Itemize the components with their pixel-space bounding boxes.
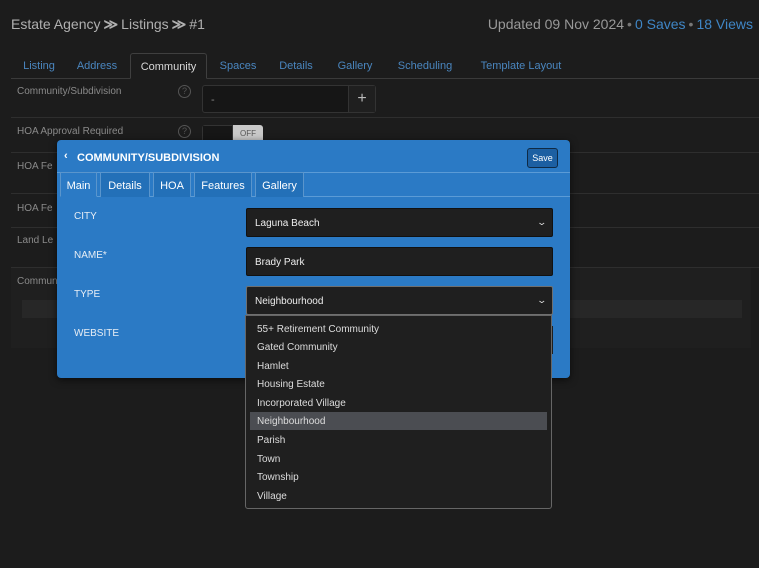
modal-tab-hoa[interactable]: HOA (153, 172, 191, 197)
option-incorporated-village[interactable]: Incorporated Village (250, 394, 547, 412)
option-township[interactable]: Township (250, 468, 547, 486)
modal-tabs: Main Details HOA Features Gallery (60, 172, 570, 197)
breadcrumb-separator-icon: ≫ (171, 16, 187, 32)
city-label: CITY (74, 211, 97, 222)
community-notes-label: Commun (17, 276, 58, 287)
option-55-retirement-community[interactable]: 55+ Retirement Community (250, 320, 547, 338)
dot-separator: • (627, 16, 632, 32)
save-button[interactable]: Save (527, 148, 558, 168)
city-select[interactable]: Laguna Beach ⌄ (246, 208, 553, 237)
tab-community[interactable]: Community (130, 53, 207, 79)
modal-header: ‹ COMMUNITY/SUBDIVISION Save (57, 140, 570, 173)
hoa-approval-label: HOA Approval Required (17, 126, 124, 137)
name-value: Brady Park (255, 257, 305, 268)
breadcrumb: Estate Agency ≫ Listings ≫ #1 (11, 16, 205, 33)
city-value: Laguna Beach (255, 218, 320, 229)
option-town[interactable]: Town (250, 450, 547, 468)
tab-spaces[interactable]: Spaces (211, 53, 265, 79)
tab-listing[interactable]: Listing (11, 53, 67, 79)
name-label: NAME* (74, 250, 107, 261)
dot-separator: • (688, 16, 694, 32)
listing-tabs: Listing Address Community Spaces Details… (11, 53, 759, 79)
listing-stats: Updated 09 Nov 2024 • 0 Saves • 18 Views (488, 16, 753, 32)
community-select[interactable]: - + (202, 85, 376, 113)
option-hamlet[interactable]: Hamlet (250, 357, 547, 375)
option-village[interactable]: Village (250, 487, 547, 505)
type-label: TYPE (74, 289, 101, 300)
modal-tab-main[interactable]: Main (60, 172, 97, 197)
option-parish[interactable]: Parish (250, 431, 547, 449)
help-icon[interactable]: ? (178, 125, 191, 138)
chevron-down-icon: ⌄ (536, 295, 548, 305)
type-value: Neighbourhood (255, 296, 324, 307)
back-chevron-icon[interactable]: ‹ (64, 150, 68, 162)
community-value: - (211, 94, 215, 106)
type-dropdown: 55+ Retirement Community Gated Community… (245, 315, 552, 509)
hoa-fee-label: HOA Fe (17, 161, 53, 172)
saves-link[interactable]: 0 Saves (635, 16, 686, 32)
help-icon[interactable]: ? (178, 85, 191, 98)
land-lease-label: Land Le (17, 235, 54, 246)
community-row: Community/Subdivision (11, 80, 759, 118)
updated-date: Updated 09 Nov 2024 (487, 16, 625, 32)
modal-tab-gallery[interactable]: Gallery (255, 172, 304, 197)
option-neighbourhood[interactable]: Neighbourhood (250, 412, 547, 430)
breadcrumb-separator-icon: ≫ (103, 16, 119, 32)
modal-tab-features[interactable]: Features (194, 172, 252, 197)
tab-address[interactable]: Address (67, 53, 127, 79)
tab-template-layout[interactable]: Template Layout (473, 53, 569, 79)
name-input[interactable]: Brady Park (246, 247, 553, 276)
breadcrumb-listings[interactable]: Listings (121, 16, 168, 32)
breadcrumb-current: #1 (189, 16, 205, 32)
option-gated-community[interactable]: Gated Community (250, 338, 547, 356)
type-select[interactable]: Neighbourhood ⌄ (246, 286, 553, 315)
hoa-fee-frequency-label: HOA Fe (17, 203, 53, 214)
chevron-down-icon: ⌄ (536, 217, 548, 227)
tab-scheduling[interactable]: Scheduling (391, 53, 459, 79)
tab-details[interactable]: Details (270, 53, 322, 79)
add-community-button[interactable]: + (348, 86, 375, 112)
tab-gallery[interactable]: Gallery (329, 53, 381, 79)
views-link[interactable]: 18 Views (696, 16, 753, 32)
breadcrumb-estate-agency[interactable]: Estate Agency (11, 16, 101, 32)
community-label: Community/Subdivision (17, 86, 122, 97)
option-housing-estate[interactable]: Housing Estate (250, 375, 547, 393)
website-label: WEBSITE (74, 328, 120, 339)
modal-tab-details[interactable]: Details (100, 172, 150, 197)
modal-title: COMMUNITY/SUBDIVISION (77, 152, 220, 164)
